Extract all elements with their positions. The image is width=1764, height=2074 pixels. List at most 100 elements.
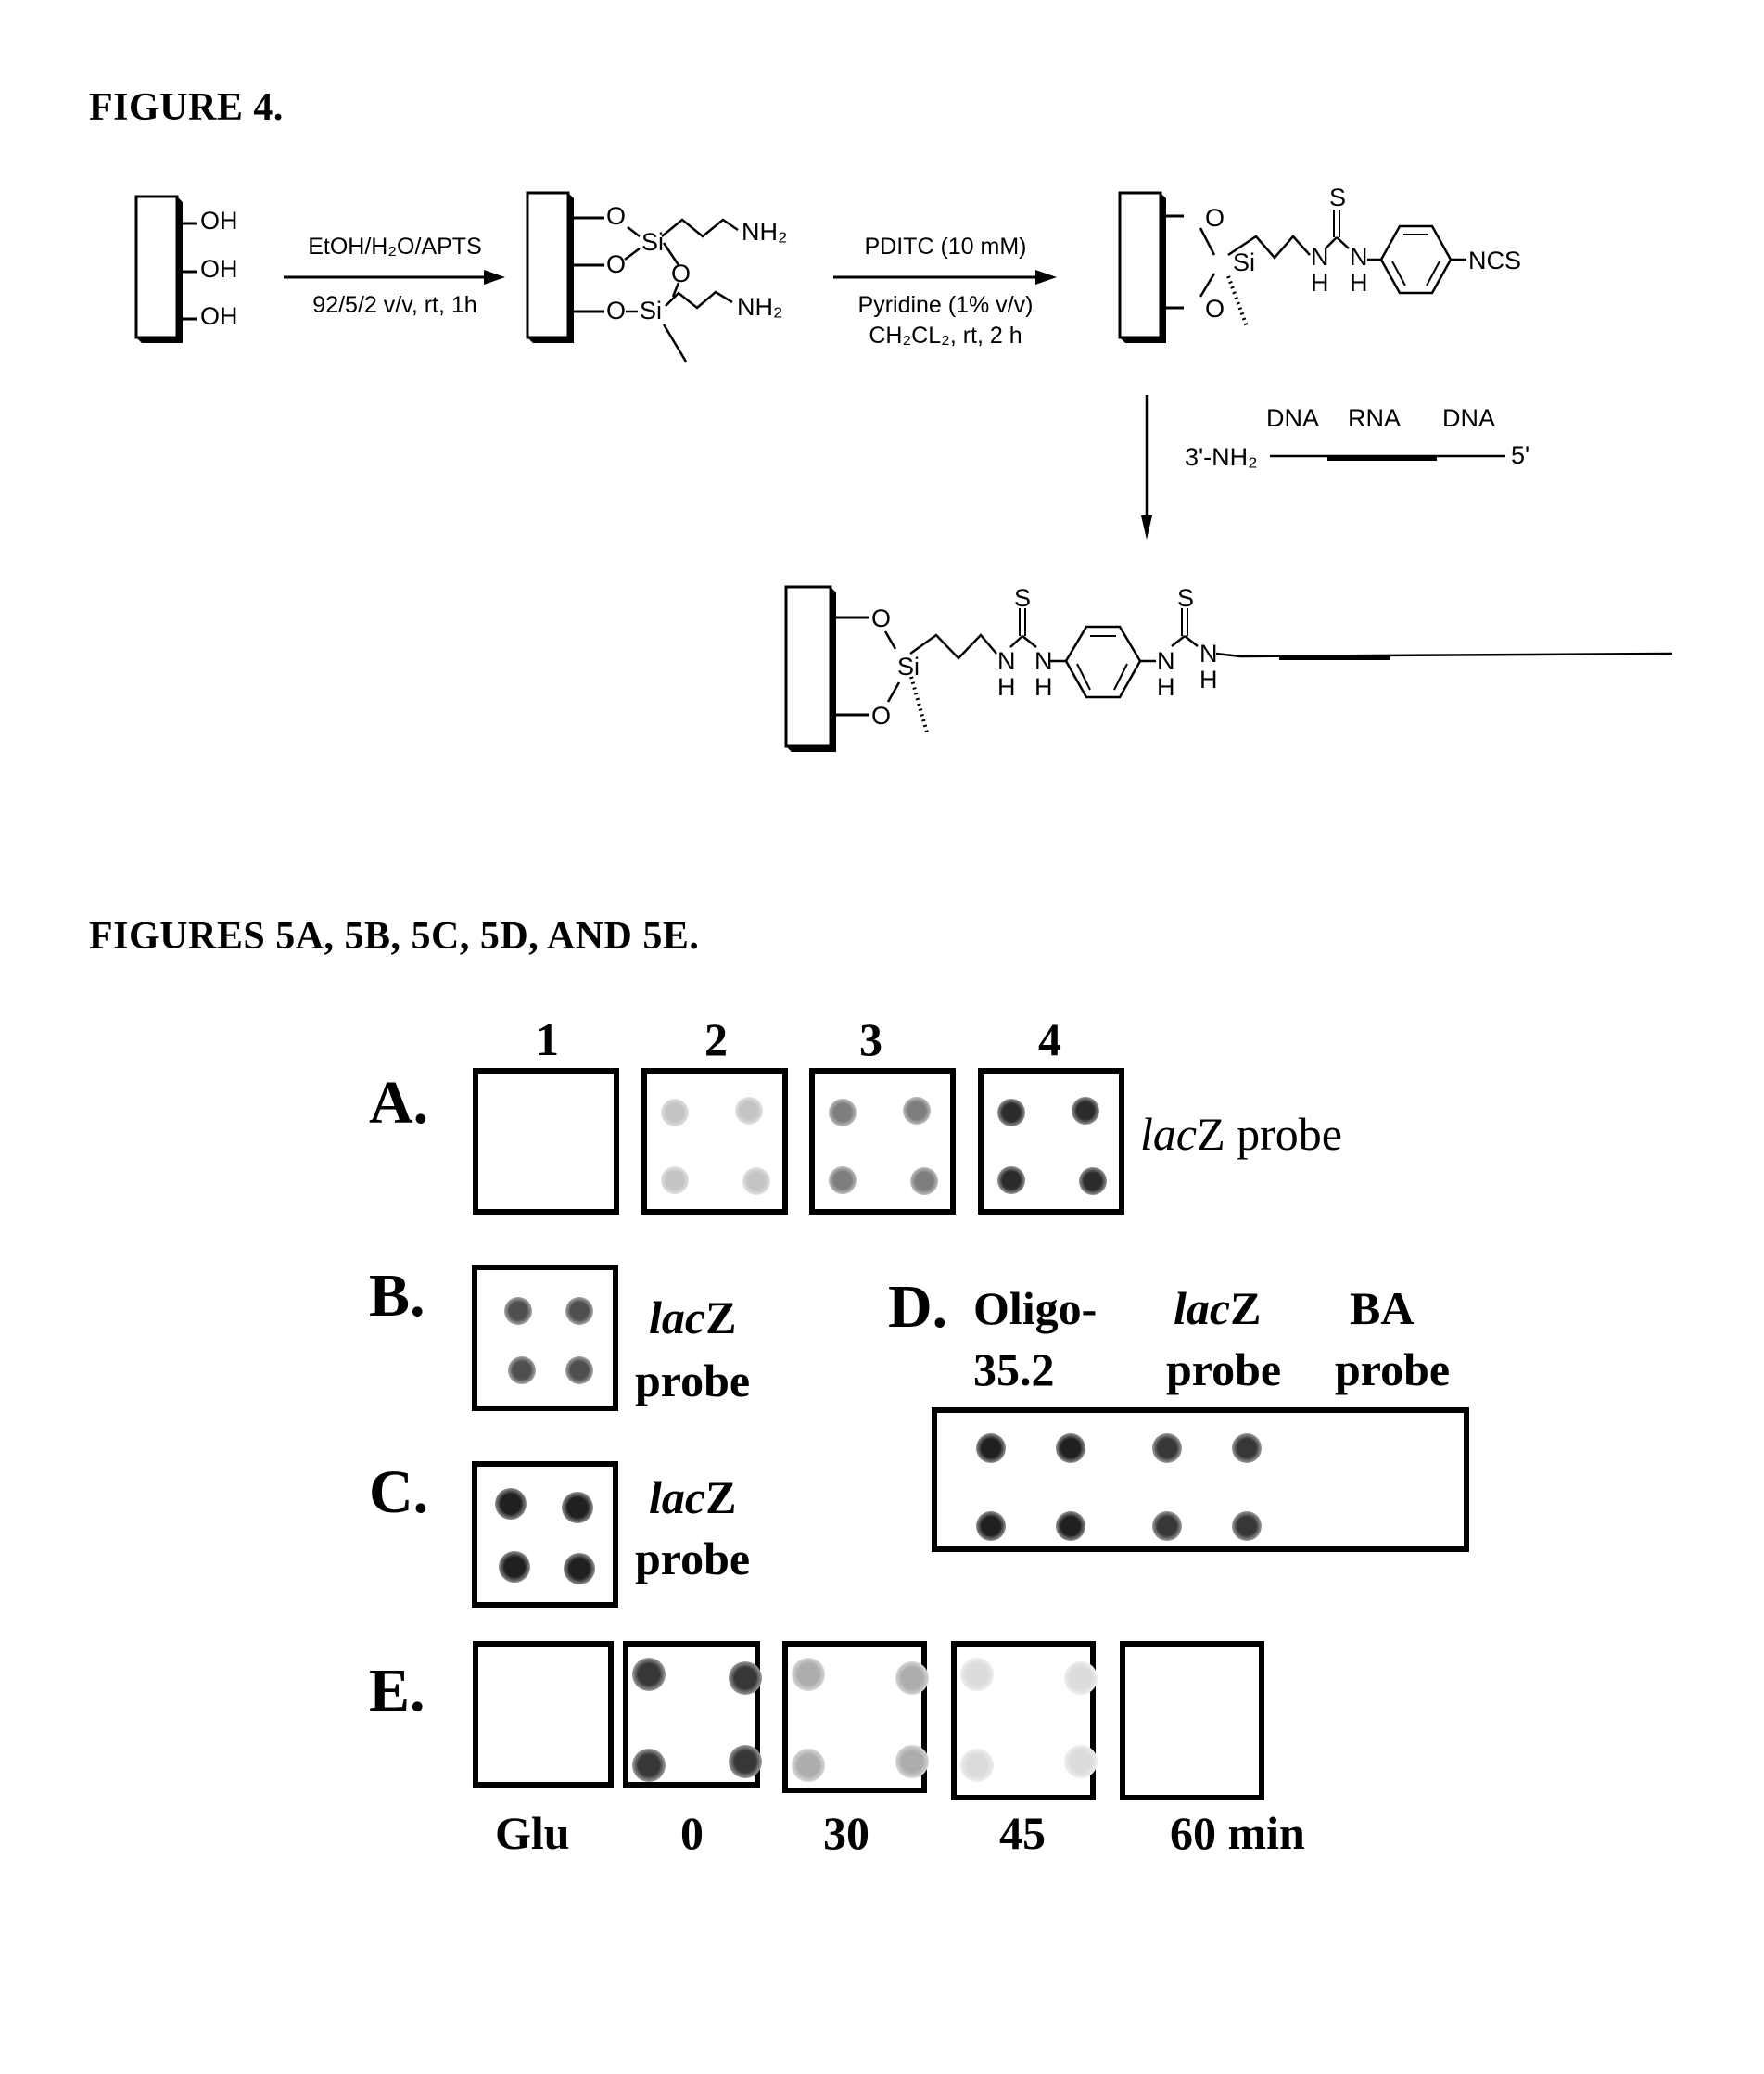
strand-label-dna-2: DNA: [1442, 404, 1496, 432]
blot-spot: [632, 1749, 666, 1782]
blot-spot: [960, 1658, 994, 1691]
atom-n: N: [1157, 647, 1175, 675]
panel-c-probe-line2: probe: [635, 1533, 751, 1584]
atom-o: O: [871, 604, 892, 632]
reaction-arrow-3: [1141, 395, 1152, 540]
atom-h: H: [1311, 269, 1329, 297]
atom-n: N: [1311, 243, 1329, 271]
figure-5-title: FIGURES 5A, 5B, 5C, 5D, AND 5E.: [89, 915, 700, 958]
atom-o: O: [1205, 204, 1225, 232]
panel-e-label-30: 30: [823, 1807, 869, 1859]
probe-italic: lac: [649, 1291, 706, 1343]
blot-spot: [632, 1658, 666, 1691]
panel-a-col-3: 3: [859, 1013, 882, 1065]
panel-c-label: C.: [369, 1458, 429, 1526]
atom-n: N: [1034, 647, 1053, 675]
blot-spot: [976, 1433, 1006, 1463]
blot-spot: [960, 1749, 994, 1782]
blot-spot: [1056, 1511, 1085, 1541]
reaction-arrow-2: [833, 270, 1057, 285]
blot-spot: [661, 1099, 689, 1126]
blot-e-0: [623, 1641, 762, 1788]
blot-spot: [729, 1745, 762, 1778]
blot-spot: [661, 1166, 689, 1194]
blot-spot: [829, 1099, 857, 1126]
atom-oh-2: OH: [200, 255, 238, 283]
strand-label-dna-1: DNA: [1266, 404, 1320, 432]
blot-d: [932, 1407, 1469, 1552]
atom-s: S: [1014, 584, 1032, 612]
blot-spot: [1064, 1745, 1098, 1778]
panel-d-header-1-line1: Oligo-: [973, 1282, 1098, 1334]
blot-spot: [504, 1297, 532, 1325]
probe-z: Z: [705, 1471, 737, 1523]
panel-e-label-glu: Glu: [495, 1807, 570, 1859]
blot-e-glu: [473, 1641, 614, 1788]
blot-spot: [1152, 1511, 1182, 1541]
atom-n: N: [1350, 243, 1368, 271]
panel-b-probe-line2: probe: [635, 1355, 751, 1406]
blot-spot: [1232, 1433, 1262, 1463]
blot-spot: [895, 1745, 929, 1778]
atom-o: O: [606, 202, 627, 230]
blot-spot: [792, 1749, 825, 1782]
atom-o: O: [671, 260, 692, 287]
atom-o: O: [871, 702, 892, 730]
probe-z: Z: [1230, 1282, 1262, 1334]
panel-d-header-2-line2: probe: [1166, 1343, 1282, 1395]
atom-s: S: [1329, 184, 1347, 211]
blot-e-45: [951, 1641, 1098, 1800]
probe-rest: Z probe: [1197, 1108, 1342, 1160]
panel-e-label-0: 0: [680, 1807, 704, 1859]
blot-a-2: [641, 1068, 788, 1215]
probe-italic: lac: [649, 1471, 706, 1523]
atom-nh2: NH₂: [737, 293, 783, 321]
blot-a-1: [473, 1068, 619, 1215]
blot-spot: [729, 1661, 762, 1695]
blot-spot: [792, 1658, 825, 1691]
panel-e-label: E.: [369, 1657, 425, 1724]
blot-e-30: [782, 1641, 929, 1793]
glass-surface-3: [1118, 191, 1466, 343]
blot-spot: [829, 1166, 857, 1194]
probe-italic: lac: [1140, 1108, 1198, 1160]
atom-h: H: [1199, 666, 1218, 693]
step1-reagent-bottom: 92/5/2 v/v, rt, 1h: [312, 292, 477, 318]
step2-reagent-mid: Pyridine (1% v/v): [857, 292, 1034, 318]
blot-spot: [742, 1167, 770, 1195]
blot-spot: [499, 1551, 530, 1583]
atom-oh-3: OH: [200, 302, 238, 330]
atom-s: S: [1177, 584, 1195, 612]
step1-reagent-top: EtOH/H₂O/APTS: [308, 234, 482, 260]
strand-3-prime-end: 3'-NH₂: [1185, 443, 1258, 471]
blot-spot: [562, 1492, 593, 1523]
blot-spot: [735, 1097, 763, 1125]
reaction-arrow-1: [284, 270, 505, 285]
atom-o: O: [606, 297, 627, 324]
blot-spot: [495, 1488, 527, 1520]
panel-e-label-60: 60 min: [1170, 1807, 1305, 1859]
atom-o: O: [1205, 295, 1225, 323]
atom-si: Si: [1233, 248, 1256, 276]
atom-h: H: [1350, 269, 1368, 297]
panel-b-probe-line1: lacZ: [649, 1294, 736, 1341]
dna-rna-strand: [1270, 454, 1505, 461]
atom-h: H: [997, 673, 1016, 701]
blot-spot: [508, 1356, 536, 1384]
atom-nh2: NH₂: [742, 218, 788, 246]
panel-c-probe-line1: lacZ: [649, 1474, 736, 1521]
blot-spot: [1056, 1433, 1085, 1463]
glass-surface-1: [134, 195, 197, 343]
panel-a-label: A.: [369, 1069, 429, 1137]
atom-h: H: [1034, 673, 1053, 701]
panel-a-col-4: 4: [1038, 1013, 1061, 1065]
blot-spot: [997, 1099, 1025, 1126]
blot-a-3: [809, 1068, 956, 1215]
atom-oh-1: OH: [200, 207, 238, 235]
blot-e-60: [1120, 1641, 1264, 1800]
blot-spot: [564, 1553, 595, 1584]
atom-si: Si: [640, 297, 663, 324]
blot-spot: [903, 1097, 931, 1125]
blot-spot: [1064, 1661, 1098, 1695]
panel-d-header-1-line2: 35.2: [973, 1343, 1055, 1395]
